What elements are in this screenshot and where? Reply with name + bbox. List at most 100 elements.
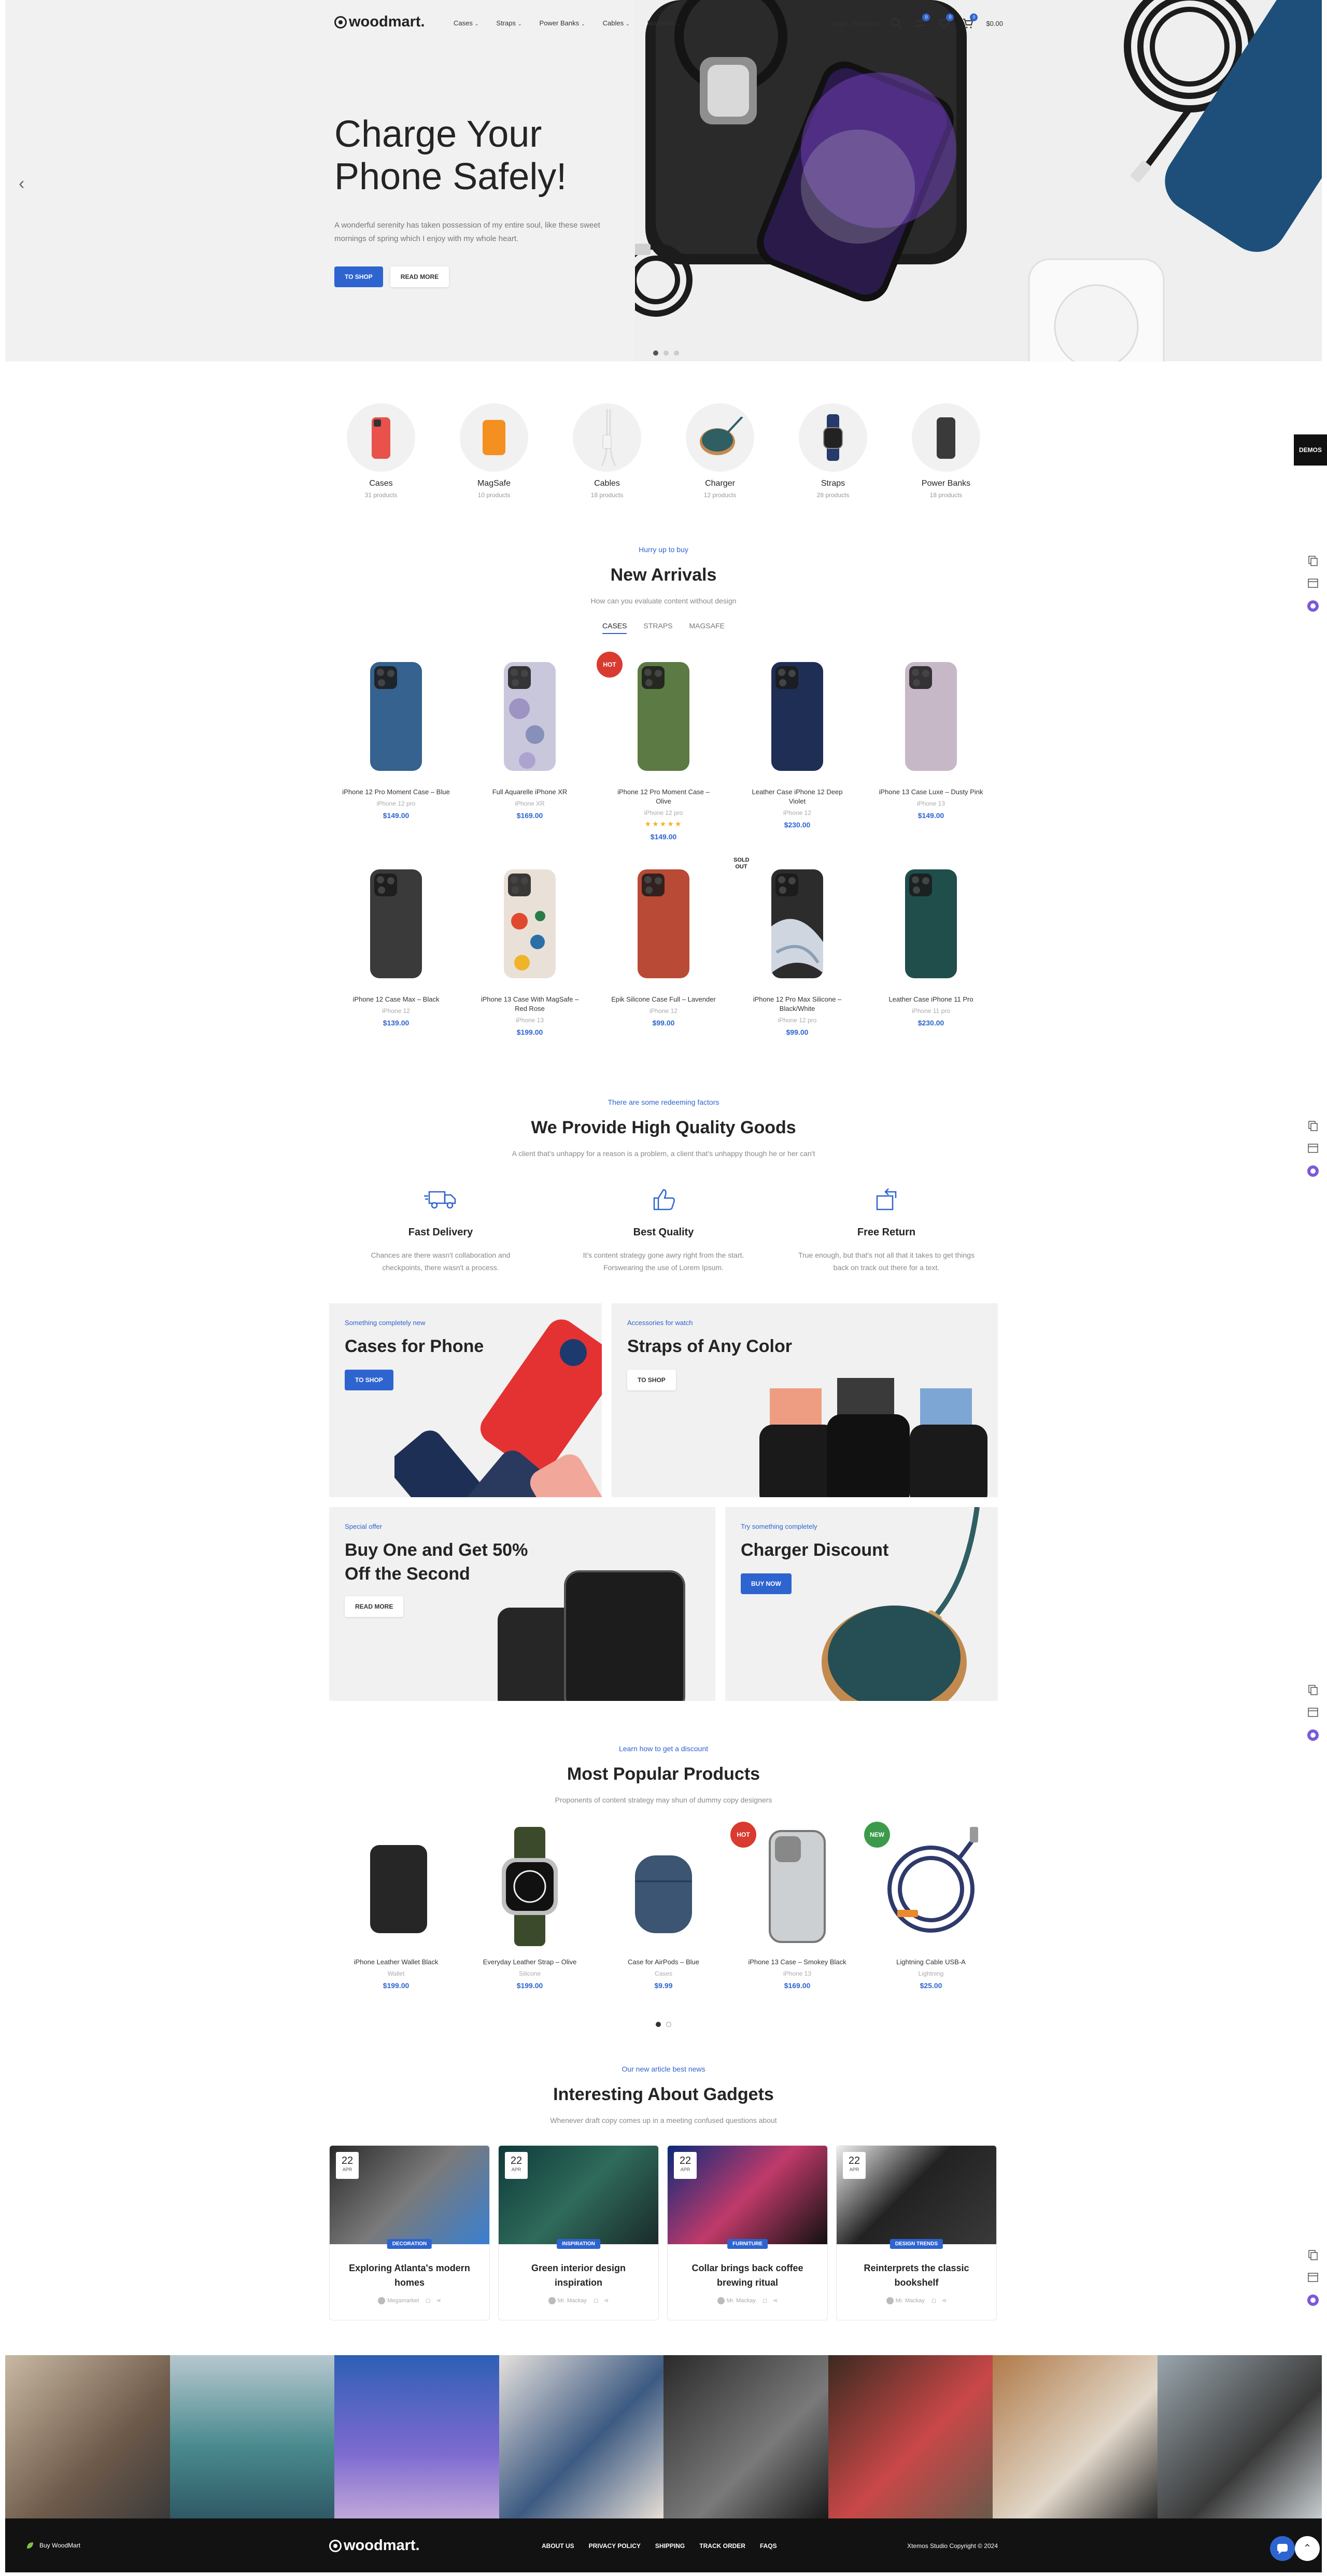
product-name[interactable]: Epik Silicone Case Full – Lavender: [597, 995, 730, 1004]
carousel-dot[interactable]: [656, 2022, 661, 2027]
product-image[interactable]: NEW: [864, 1822, 998, 1946]
product-image[interactable]: [463, 1827, 597, 1946]
copy-icon[interactable]: [1306, 1119, 1320, 1132]
product-card[interactable]: iPhone 12 Case Max – Black iPhone 12 $139.…: [329, 864, 463, 1072]
layout-icon[interactable]: [1306, 1142, 1320, 1155]
gallery-image[interactable]: [5, 2355, 170, 2518]
product-category[interactable]: Cases: [597, 1970, 730, 1977]
banner-to-shop-button[interactable]: TO SHOP: [627, 1370, 676, 1390]
nav-item-magsafe[interactable]: MagSafe ⌄: [647, 19, 681, 27]
copy-icon[interactable]: [1306, 1683, 1320, 1696]
product-card[interactable]: HOT iPhone 12 Pro Moment Case – Olive iPho…: [597, 652, 730, 864]
blog-card[interactable]: 22 APR INSPIRATION Green interior design in…: [498, 2145, 659, 2320]
search-icon[interactable]: [891, 18, 902, 29]
hero-to-shop-button[interactable]: TO SHOP: [334, 266, 383, 287]
product-name[interactable]: Lightning Cable USB-A: [864, 1958, 998, 1967]
post-title[interactable]: Collar brings back coffee brewing ritual: [668, 2261, 827, 2290]
carousel-dot[interactable]: [666, 2022, 671, 2027]
product-name[interactable]: iPhone 12 Pro Max Silicone – Black/White: [730, 995, 864, 1013]
category-item[interactable]: Power Banks 18 products: [912, 403, 980, 499]
banner-straps[interactable]: Accessories for watch Straps of Any Colo…: [612, 1303, 998, 1497]
copy-icon[interactable]: [1306, 2248, 1320, 2261]
product-category[interactable]: iPhone 13: [864, 800, 998, 807]
slider-dot[interactable]: [674, 350, 679, 356]
product-card[interactable]: Case for AirPods – Blue Cases $9.99: [597, 1827, 730, 2020]
product-category[interactable]: iPhone 12: [730, 809, 864, 817]
product-name[interactable]: iPhone Leather Wallet Black: [329, 1958, 463, 1967]
product-name[interactable]: Leather Case iPhone 11 Pro: [864, 995, 998, 1004]
tab-magsafe[interactable]: MAGSAFE: [689, 622, 725, 634]
share-icon[interactable]: ⋖: [942, 2298, 947, 2304]
product-image[interactable]: [463, 657, 597, 776]
share-icon[interactable]: ⋖: [604, 2298, 609, 2304]
banner-charger[interactable]: Try something completely Charger Discoun…: [725, 1507, 998, 1701]
gallery-image[interactable]: [828, 2355, 993, 2518]
post-author[interactable]: Megamarket: [387, 2298, 419, 2304]
tab-straps[interactable]: STRAPS: [643, 622, 672, 634]
gallery-image[interactable]: [334, 2355, 499, 2518]
product-card[interactable]: SOLD OUT iPhone 12 Pro Max Silicone – Bla…: [730, 857, 864, 1072]
comment-icon[interactable]: ◻: [763, 2298, 767, 2304]
product-name[interactable]: Everyday Leather Strap – Olive: [463, 1958, 597, 1967]
footer-link-privacy[interactable]: PRIVACY POLICY: [589, 2542, 641, 2550]
product-image[interactable]: [329, 1827, 463, 1946]
product-category[interactable]: iPhone 12 pro: [730, 1017, 864, 1024]
product-name[interactable]: Leather Case iPhone 12 Deep Violet: [730, 787, 864, 806]
category-item[interactable]: Cables 18 products: [573, 403, 641, 499]
post-author[interactable]: Mr. Mackay: [727, 2298, 756, 2304]
product-name[interactable]: iPhone 13 Case – Smokey Black: [730, 1958, 864, 1967]
wishlist-heart-icon[interactable]: 0: [938, 13, 954, 29]
product-image[interactable]: [329, 864, 463, 983]
blog-card[interactable]: 22 APR DECORATION Exploring Atlanta's moder…: [329, 2145, 490, 2320]
product-name[interactable]: Case for AirPods – Blue: [597, 1958, 730, 1967]
gallery-image[interactable]: [499, 2355, 664, 2518]
product-card[interactable]: iPhone 13 Case With MagSafe – Red Rose iP…: [463, 864, 597, 1072]
product-category[interactable]: iPhone 13: [463, 1017, 597, 1024]
product-card[interactable]: HOT iPhone 13 Case – Smokey Black iPhone 1…: [730, 1822, 864, 2020]
product-image[interactable]: [329, 657, 463, 776]
layout-icon[interactable]: [1306, 1706, 1320, 1719]
product-card[interactable]: iPhone 12 Pro Moment Case – Blue iPhone 1…: [329, 657, 463, 864]
product-image[interactable]: [730, 657, 864, 776]
logo[interactable]: woodmart.: [334, 13, 425, 31]
product-category[interactable]: Silicone: [463, 1970, 597, 1977]
gallery-image[interactable]: [993, 2355, 1157, 2518]
tab-cases[interactable]: CASES: [602, 622, 627, 634]
footer-link-faqs[interactable]: FAQS: [760, 2542, 777, 2550]
product-category[interactable]: Lightning: [864, 1970, 998, 1977]
product-category[interactable]: iPhone 12 pro: [329, 800, 463, 807]
post-category-tag[interactable]: DESIGN TRENDS: [890, 2239, 943, 2249]
banner-buy-one[interactable]: Special offer Buy One and Get 50% Off the…: [329, 1507, 715, 1701]
blog-image[interactable]: 22 APR: [668, 2146, 827, 2244]
theme-badge-icon[interactable]: [1306, 1728, 1320, 1742]
layout-icon[interactable]: [1306, 2271, 1320, 2284]
product-image[interactable]: HOT: [730, 1822, 864, 1946]
buy-woodmart-link[interactable]: Buy WoodMart: [26, 2541, 80, 2550]
nav-item-cases[interactable]: Cases ⌄: [454, 19, 478, 27]
post-category-tag[interactable]: FURNITURE: [727, 2239, 768, 2249]
category-item[interactable]: Straps 28 products: [799, 403, 867, 499]
product-category[interactable]: iPhone 13: [730, 1970, 864, 1977]
product-name[interactable]: iPhone 13 Case Luxe – Dusty Pink: [864, 787, 998, 797]
product-name[interactable]: iPhone 12 Pro Moment Case – Olive: [597, 787, 730, 806]
gallery-image[interactable]: [1157, 2355, 1322, 2518]
nav-item-straps[interactable]: Straps ⌄: [496, 19, 521, 27]
nav-item-cables[interactable]: Cables ⌄: [603, 19, 630, 27]
product-image[interactable]: HOT: [597, 652, 730, 776]
slider-dot[interactable]: [664, 350, 669, 356]
product-card[interactable]: Epik Silicone Case Full – Lavender iPhone…: [597, 864, 730, 1072]
product-category[interactable]: iPhone XR: [463, 800, 597, 807]
post-category-tag[interactable]: DECORATION: [387, 2239, 432, 2249]
category-item[interactable]: Charger 12 products: [686, 403, 754, 499]
post-title[interactable]: Green interior design inspiration: [499, 2261, 658, 2290]
cart-icon[interactable]: 0: [962, 13, 978, 29]
banner-buy-now-button[interactable]: BUY NOW: [741, 1573, 792, 1594]
product-image[interactable]: [597, 1827, 730, 1946]
product-category[interactable]: iPhone 12: [329, 1007, 463, 1015]
category-item[interactable]: MagSafe 10 products: [460, 403, 528, 499]
product-category[interactable]: iPhone 12 pro: [597, 809, 730, 817]
product-image[interactable]: [463, 864, 597, 983]
gallery-image[interactable]: [664, 2355, 828, 2518]
product-image[interactable]: [597, 864, 730, 983]
banner-cases[interactable]: Something completely new Cases for Phone…: [329, 1303, 602, 1497]
